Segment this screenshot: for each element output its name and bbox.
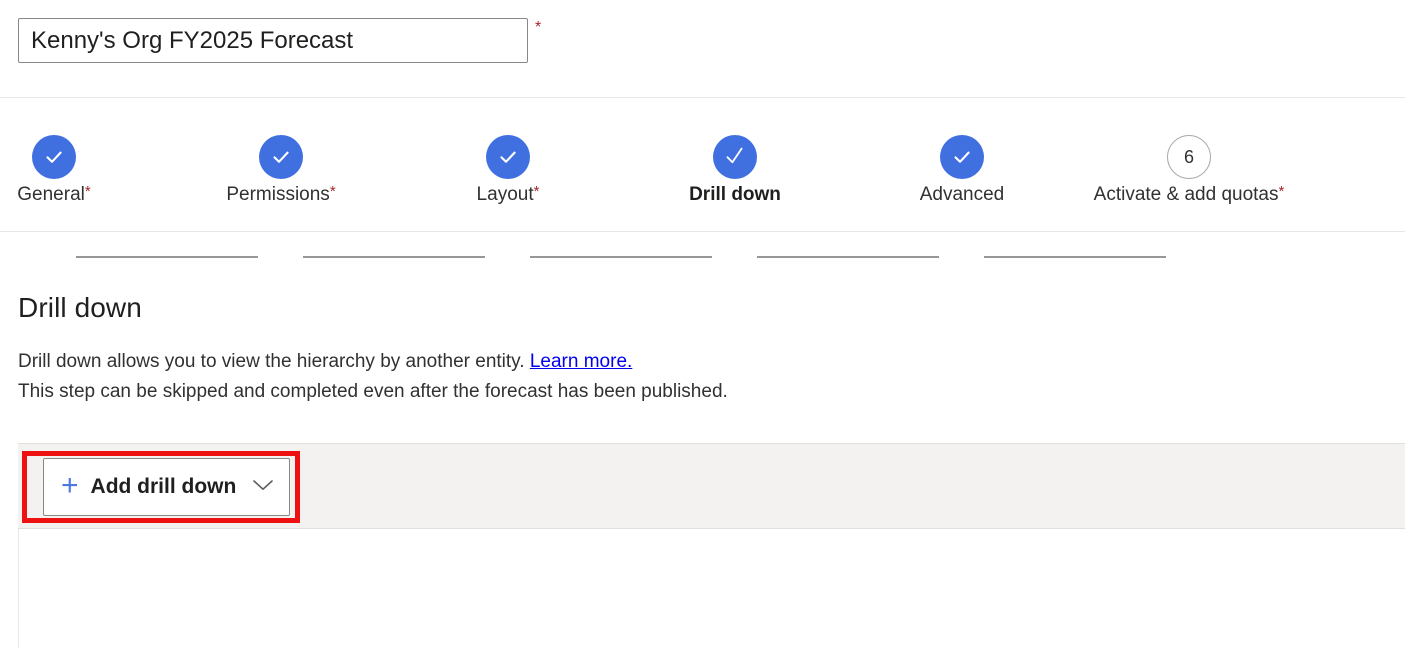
stepper-required-asterisk: * (84, 183, 91, 200)
stepper-label-text: Activate & add quotas (1093, 184, 1279, 205)
stepper-label-text: Permissions (226, 184, 330, 205)
stepper-required-asterisk: * (329, 183, 336, 200)
stepper-connector-5 (984, 256, 1166, 258)
stepper-label-text: General (17, 184, 85, 205)
stepper-connector-1 (76, 256, 258, 258)
learn-more-link[interactable]: Learn more. (530, 351, 632, 372)
stepper-label-layout: Layout* (477, 184, 540, 206)
stepper-connector-4 (757, 256, 939, 258)
chevron-down-icon[interactable] (252, 478, 274, 497)
stepper-connector-2 (303, 256, 485, 258)
stepper-label-advanced: Advanced (920, 184, 1005, 206)
step-status-check-circle (486, 135, 530, 179)
page-title: Drill down (18, 292, 142, 323)
page-description: Drill down allows you to view the hierar… (18, 347, 1118, 407)
step-status-check-circle (259, 135, 303, 179)
step-status-check-circle (32, 135, 76, 179)
check-icon (950, 145, 974, 169)
check-icon (496, 145, 520, 169)
stepper-label-drill-down: Drill down (689, 184, 781, 206)
plus-icon: + (61, 468, 79, 502)
description-line-2: This step can be skipped and completed e… (18, 381, 728, 402)
description-line-1: Drill down allows you to view the hierar… (18, 351, 525, 372)
required-asterisk: * (535, 19, 542, 36)
stepper-connector-3 (530, 256, 712, 258)
stepper-required-asterisk: * (533, 183, 540, 200)
stepper-label-text: Drill down (689, 184, 781, 205)
step-status-check-circle (713, 135, 757, 179)
forecast-name-header: * (0, 0, 1405, 98)
stepper-required-asterisk: * (1278, 183, 1285, 200)
step-status-check-circle (940, 135, 984, 179)
drill-down-grid-panel: + Add drill down (18, 443, 1405, 648)
stepper-label-text: Advanced (919, 184, 1005, 205)
drill-down-toolbar: + Add drill down (18, 443, 1405, 529)
add-drill-down-label: Add drill down (90, 475, 237, 498)
stepper-label-permissions: Permissions* (226, 184, 335, 206)
add-drill-down-button[interactable]: + Add drill down (43, 458, 291, 516)
check-icon (269, 145, 293, 169)
stepper-label-general: General* (17, 184, 90, 206)
step-status-number-circle: 6 (1167, 135, 1211, 179)
check-icon (42, 145, 66, 169)
stepper-label-activate-add-quotas: Activate & add quotas* (1094, 184, 1285, 206)
check-icon (722, 144, 748, 170)
forecast-name-field-group: * (18, 18, 541, 63)
forecast-name-input[interactable] (18, 18, 528, 63)
stepper-label-text: Layout (476, 184, 534, 205)
wizard-stepper: General* Permissions* Layout* Drill down… (0, 98, 1405, 258)
drill-down-grid-empty-area (18, 529, 1405, 648)
step-number-label: 6 (1183, 146, 1194, 167)
